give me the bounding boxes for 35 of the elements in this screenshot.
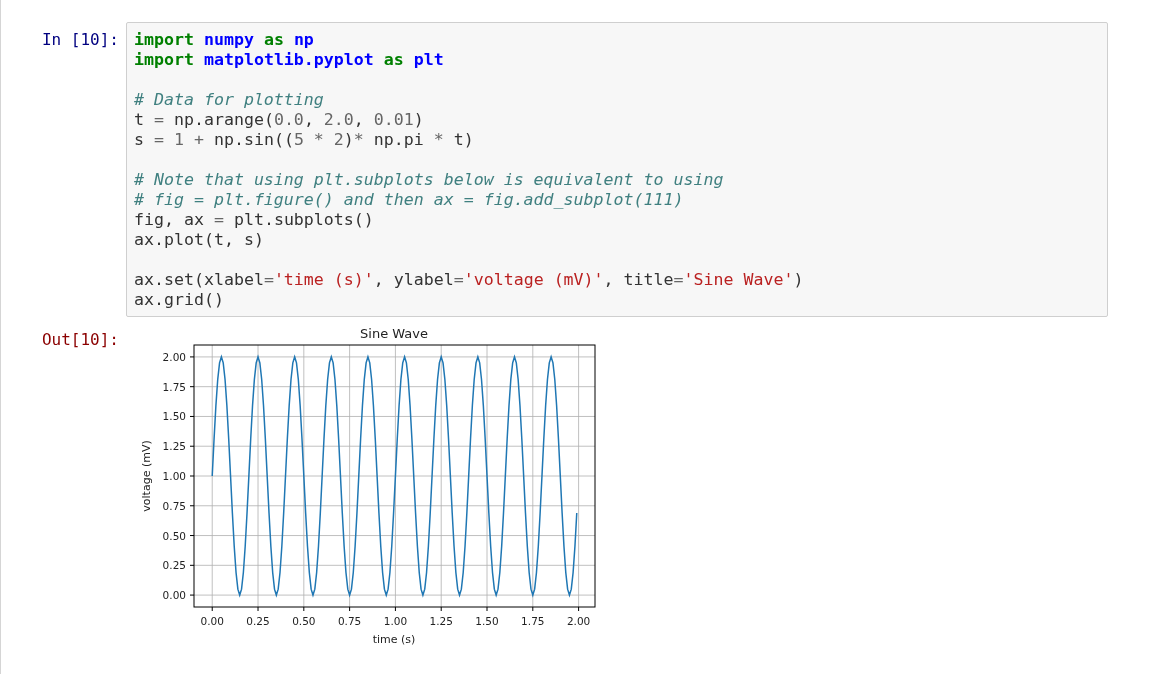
chart-title: Sine Wave [360, 326, 428, 341]
y-tick-label: 0.00 [162, 589, 186, 602]
y-tick-label: 1.25 [162, 440, 186, 453]
x-tick-label: 2.00 [566, 615, 591, 627]
x-tick-label: 1.25 [429, 615, 453, 627]
code-line: t = np.arange(0.0, 2.0, 0.01) [134, 110, 425, 130]
y-tick-label: 0.50 [162, 529, 186, 542]
code-line: import numpy as np [134, 30, 315, 50]
code-line: ax.plot(t, s) [134, 230, 265, 250]
code-line: ax.set(xlabel='time (s)', ylabel='voltage (mV)', title='Sine Wave') [134, 270, 805, 290]
y-axis-label: voltage (mV) [140, 440, 153, 512]
code-line: ax.grid() [134, 290, 225, 310]
y-tick-label: 1.50 [162, 410, 186, 423]
code-line: # Data for plotting [134, 90, 325, 110]
code-line: import matplotlib.pyplot as plt [134, 50, 445, 70]
x-axis-label: time (s) [372, 633, 416, 646]
y-tick-label: 2.00 [162, 350, 186, 363]
x-tick-label: 1.75 [521, 615, 545, 627]
x-tick-label: 0.50 [292, 615, 316, 627]
code-input-area[interactable] [126, 22, 1108, 317]
y-tick-label: 0.25 [162, 559, 186, 572]
y-tick-label: 0.75 [162, 499, 186, 512]
x-tick-label: 0.75 [337, 615, 362, 627]
x-tick-label: 0.00 [200, 615, 224, 627]
code-line: # fig = plt.figure() and then ax = fig.add_subplot(111) [134, 190, 685, 210]
y-tick-label: 1.00 [162, 470, 186, 482]
x-tick-label: 1.50 [475, 615, 499, 627]
output-prompt: Out[10]: [40, 329, 120, 351]
input-prompt: In [10]: [40, 29, 120, 51]
code-line: fig, ax = plt.subplots() [134, 210, 375, 230]
x-tick-label: 1.00 [383, 615, 408, 627]
y-tick-label: 1.75 [162, 380, 186, 393]
x-tick-label: 0.25 [246, 615, 270, 627]
code-line: s = 1 + np.sin((5 * 2)* np.pi * t) [134, 130, 475, 150]
code-line: # Note that using plt.subplots below is equivalent to using [134, 170, 725, 190]
